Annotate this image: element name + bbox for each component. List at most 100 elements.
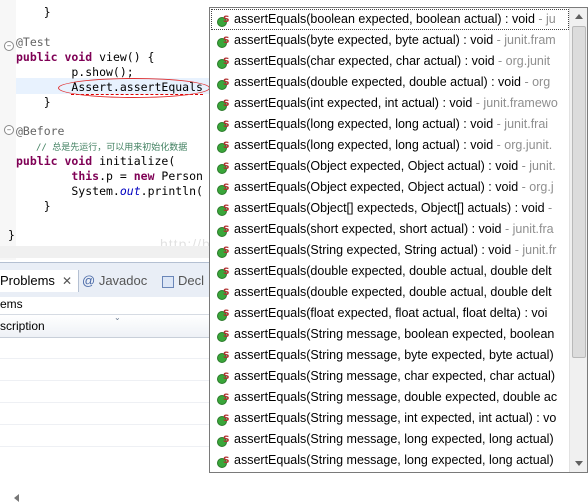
completion-item[interactable]: SassertEquals(int expected, int actual) … — [211, 93, 569, 114]
completion-item[interactable]: SassertEquals(String message, byte expec… — [211, 345, 569, 366]
table-row — [0, 380, 210, 381]
completion-item[interactable]: SassertEquals(String message, boolean ex… — [211, 324, 569, 345]
completion-source: - org.junit. — [493, 138, 553, 152]
static-method-icon: S — [216, 223, 230, 237]
completion-signature: assertEquals(String message, char expect… — [234, 369, 555, 383]
completion-item[interactable]: SassertEquals(double expected, double ac… — [211, 72, 569, 93]
completion-signature: assertEquals(int expected, int actual) :… — [234, 96, 473, 110]
scroll-left-icon[interactable] — [14, 494, 19, 502]
code-line: } — [16, 5, 51, 19]
static-method-icon: S — [216, 286, 230, 300]
completion-source: - ju — [534, 12, 556, 26]
completion-item[interactable]: SassertEquals(Object[] expecteds, Object… — [211, 198, 569, 219]
completion-source: - junit.framewo — [472, 96, 558, 110]
tab-problems[interactable]: Problems ✕ — [0, 270, 79, 292]
code-line: this.p = new Person — [71, 169, 203, 183]
completion-item[interactable]: SassertEquals(Object expected, Object ac… — [211, 156, 569, 177]
static-method-icon: S — [216, 34, 230, 48]
completion-signature: assertEquals(String message, byte expect… — [234, 348, 554, 362]
static-method-icon: S — [216, 139, 230, 153]
completion-item[interactable]: SassertEquals(byte expected, byte actual… — [211, 30, 569, 51]
completion-source: - junit.frai — [493, 117, 549, 131]
tab-label: Javadoc — [98, 273, 148, 288]
static-method-icon: S — [216, 391, 230, 405]
static-method-icon: S — [216, 454, 230, 468]
static-method-icon: S — [216, 307, 230, 321]
javadoc-icon: @ — [82, 273, 96, 288]
annotation-ellipse — [58, 78, 210, 98]
static-method-icon: S — [216, 118, 230, 132]
close-icon[interactable]: ✕ — [62, 270, 72, 292]
completion-signature: assertEquals(Object expected, Object act… — [234, 159, 519, 173]
completion-signature: assertEquals(byte expected, byte actual)… — [234, 33, 494, 47]
problems-summary: ems — [0, 297, 23, 311]
completion-source: - org.junit — [494, 54, 551, 68]
completion-source: - junit.fra — [501, 222, 554, 236]
completion-source: - junit.fram — [493, 33, 556, 47]
completion-signature: assertEquals(double expected, double act… — [234, 75, 521, 89]
code-line: public void initialize( — [16, 154, 176, 168]
completion-source: - org — [521, 75, 551, 89]
static-method-icon: S — [216, 370, 230, 384]
completion-signature: assertEquals(String expected, String act… — [234, 243, 512, 257]
code-line: @Test — [16, 35, 51, 49]
scrollbar-thumb[interactable] — [572, 26, 586, 358]
declaration-icon — [162, 275, 174, 288]
content-assist-popup[interactable]: SassertEquals(boolean expected, boolean … — [209, 7, 588, 473]
completion-item[interactable]: SassertEquals(Object expected, Object ac… — [211, 177, 569, 198]
table-row — [0, 424, 210, 425]
completion-item[interactable]: SassertEquals(String message, long expec… — [211, 450, 569, 471]
completion-item[interactable]: SassertEquals(double expected, double ac… — [211, 282, 569, 303]
editor-horizontal-scrollbar[interactable] — [0, 246, 210, 502]
tab-javadoc[interactable]: @ Javadoc — [82, 270, 147, 292]
completion-item[interactable]: SassertEquals(String message, long expec… — [211, 429, 569, 450]
static-method-icon: S — [216, 160, 230, 174]
completion-item[interactable]: SassertEquals(double expected, double ac… — [211, 261, 569, 282]
static-method-icon: S — [216, 412, 230, 426]
completion-item[interactable]: SassertEquals(String expected, String ac… — [211, 240, 569, 261]
completion-item[interactable]: SassertEquals(String message, double exp… — [211, 387, 569, 408]
static-method-icon: S — [216, 55, 230, 69]
completion-source: - — [544, 201, 553, 215]
completion-signature: assertEquals(char expected, char actual)… — [234, 54, 495, 68]
completion-item[interactable]: SassertEquals(String message, int expect… — [211, 408, 569, 429]
static-method-icon: S — [216, 433, 230, 447]
completion-item[interactable]: SassertEquals(short expected, short actu… — [211, 219, 569, 240]
tab-declaration[interactable]: Decl — [162, 270, 204, 292]
static-method-icon: S — [216, 97, 230, 111]
code-line: public void view() { — [16, 50, 155, 64]
completion-signature: assertEquals(long expected, long actual)… — [234, 117, 494, 131]
completion-item[interactable]: SassertEquals(long expected, long actual… — [211, 114, 569, 135]
completion-item[interactable]: SassertEquals(float expected, float actu… — [211, 303, 569, 324]
completion-signature: assertEquals(String message, boolean exp… — [234, 327, 555, 341]
completion-signature: assertEquals(double expected, double act… — [234, 285, 552, 299]
table-row — [0, 358, 210, 359]
completion-signature: assertEquals(boolean expected, boolean a… — [234, 12, 535, 26]
completion-item[interactable]: SassertEquals(char expected, char actual… — [211, 51, 569, 72]
completion-item[interactable]: SassertEquals(boolean expected, boolean … — [211, 9, 569, 30]
code-line: } — [8, 228, 15, 242]
completion-signature: assertEquals(String message, long expect… — [234, 432, 554, 446]
code-line: @Before — [16, 124, 65, 138]
code-line: // 总是先运行，可以用来初始化数据 — [36, 143, 188, 153]
code-line: } — [16, 199, 51, 213]
static-method-icon: S — [216, 265, 230, 279]
static-method-icon: S — [216, 202, 230, 216]
completion-source: - junit.fr — [511, 243, 557, 257]
column-header-description[interactable]: scription — [0, 314, 210, 338]
static-method-icon: S — [216, 181, 230, 195]
completion-item[interactable]: SassertEquals(String message, char expec… — [211, 366, 569, 387]
scroll-down-icon[interactable] — [575, 461, 583, 466]
completion-scrollbar[interactable] — [569, 8, 587, 472]
tab-label: Decl — [178, 273, 205, 288]
static-method-icon: S — [216, 328, 230, 342]
completion-signature: assertEquals(String message, long expect… — [234, 453, 554, 467]
completion-item[interactable]: SassertEquals(long expected, long actual… — [211, 135, 569, 156]
scroll-up-icon[interactable] — [575, 14, 583, 19]
static-method-icon: S — [216, 13, 230, 27]
completion-signature: assertEquals(String message, double expe… — [234, 390, 558, 404]
sort-indicator-icon: ⌄ — [114, 313, 121, 322]
code-line: } — [16, 95, 51, 109]
completion-signature: assertEquals(short expected, short actua… — [234, 222, 502, 236]
code-text[interactable]: } @Test public void view() { p.show(); A… — [0, 0, 203, 242]
